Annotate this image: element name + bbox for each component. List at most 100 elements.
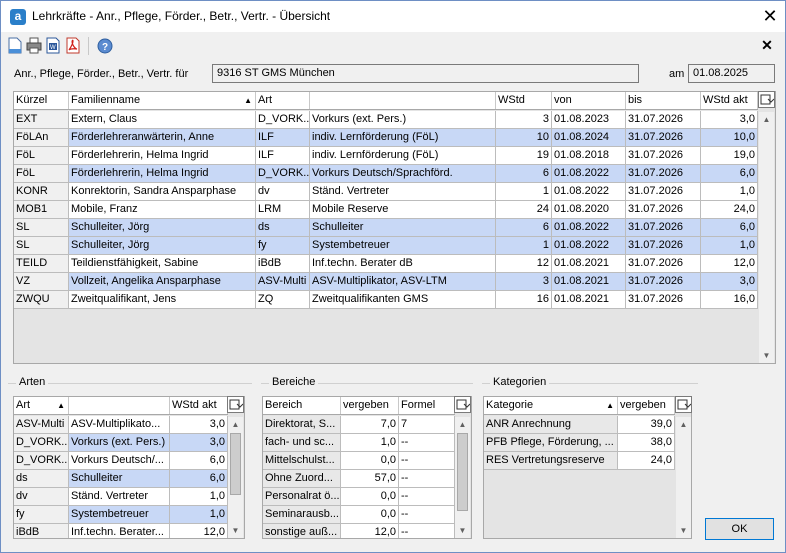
table-cell: 6,0	[701, 165, 758, 183]
table-cell: 3	[496, 111, 552, 129]
window-close-button[interactable]: ✕	[759, 5, 781, 27]
column-header-label: vergeben	[343, 399, 389, 411]
scroll-up-icon[interactable]: ▲	[228, 417, 243, 432]
table-cell: 01.08.2020	[552, 201, 626, 219]
table-cell: Ständ. Vertreter	[310, 183, 496, 201]
table-cell: Vorkurs Deutsch/Sprachförd.	[310, 165, 496, 183]
column-header[interactable]: Bereich	[263, 397, 341, 414]
table-cell: MOB1	[14, 201, 69, 219]
scroll-thumb[interactable]	[230, 433, 241, 495]
table-cell: Vorkurs (ext. Pers.)	[69, 434, 170, 452]
svg-text:?: ?	[102, 42, 108, 53]
date-field[interactable]: 01.08.2025	[688, 64, 775, 83]
column-header[interactable]: WStd	[496, 92, 552, 109]
main-table-scrollbar[interactable]: ▲ ▼	[759, 112, 774, 363]
column-header[interactable]: Art ▲	[14, 397, 69, 414]
column-header[interactable]: vergeben	[341, 397, 399, 414]
column-header[interactable]: WStd akt	[170, 397, 228, 414]
arten-scrollbar[interactable]: ▲ ▼	[228, 417, 243, 538]
column-header[interactable]: Familienname ▲	[69, 92, 256, 109]
column-header[interactable]: bis	[626, 92, 701, 109]
table-cell: ASV-Multi	[14, 416, 69, 434]
bereiche-scrollbar[interactable]: ▲ ▼	[455, 417, 470, 538]
scroll-down-icon[interactable]: ▼	[676, 523, 691, 538]
column-header[interactable]: vergeben	[618, 397, 675, 414]
column-header-label: Kürzel	[16, 94, 48, 106]
table-cell: SL	[14, 219, 69, 237]
column-chooser-icon[interactable]	[758, 91, 775, 108]
panel-close-icon[interactable]: ✕	[759, 36, 775, 54]
column-header[interactable]: Kategorie ▲	[484, 397, 618, 414]
table-cell: 39,0	[618, 416, 675, 434]
table-cell: 19,0	[701, 147, 758, 165]
date-label: am	[669, 68, 685, 80]
scroll-up-icon[interactable]: ▲	[676, 417, 691, 432]
column-chooser-icon[interactable]	[675, 396, 692, 413]
school-field[interactable]: 9316 ST GMS München	[212, 64, 639, 83]
column-header[interactable]: von	[552, 92, 626, 109]
table-cell: 24,0	[618, 452, 675, 470]
print-icon[interactable]	[26, 37, 42, 54]
table-cell: --	[399, 434, 455, 452]
table-cell: Schulleiter, Jörg	[69, 237, 256, 255]
toolbar: W ? ✕	[1, 33, 785, 58]
table-cell: 31.07.2026	[626, 165, 701, 183]
scroll-up-icon[interactable]: ▲	[759, 112, 774, 127]
column-chooser-icon[interactable]	[454, 396, 471, 413]
column-header[interactable]	[310, 92, 496, 109]
scroll-thumb[interactable]	[457, 433, 468, 511]
table-cell: 1	[496, 183, 552, 201]
column-header-label: Art	[16, 399, 31, 411]
table-cell: 1,0	[170, 488, 228, 506]
table-cell: dv	[256, 183, 310, 201]
table-cell: 12	[496, 255, 552, 273]
kategorien-scrollbar[interactable]: ▲ ▼	[676, 417, 691, 538]
table-cell: RES Vertretungsreserve	[484, 452, 618, 470]
column-header-label: WStd akt	[703, 94, 748, 106]
column-header-label: Familienname	[71, 94, 141, 106]
table-cell: --	[399, 488, 455, 506]
table-cell: 3,0	[701, 273, 758, 291]
table-cell: 6,0	[170, 452, 228, 470]
word-export-icon[interactable]: W	[45, 37, 61, 54]
app-icon: a	[10, 9, 26, 25]
scroll-down-icon[interactable]: ▼	[228, 523, 243, 538]
new-document-icon[interactable]	[7, 37, 23, 54]
bereiche-table: Bereich vergeben Formel ▲ ▼ Direktorat, S.…	[262, 396, 472, 539]
table-cell: 12,0	[701, 255, 758, 273]
filter-label: Anr., Pflege, Förder., Betr., Vertr. für	[14, 68, 189, 80]
table-cell: 6	[496, 219, 552, 237]
column-header[interactable]: Kürzel	[14, 92, 69, 109]
table-cell: Zweitqualifikant, Jens	[69, 291, 256, 309]
table-cell: Vollzeit, Angelika Ansparphase	[69, 273, 256, 291]
table-cell: FöLAn	[14, 129, 69, 147]
column-header[interactable]: Formel	[399, 397, 455, 414]
column-header[interactable]: Art	[256, 92, 310, 109]
table-cell: ds	[14, 470, 69, 488]
arten-group: Arten	[8, 376, 252, 388]
table-cell: 01.08.2022	[552, 219, 626, 237]
scroll-down-icon[interactable]: ▼	[455, 523, 470, 538]
table-cell: 6	[496, 165, 552, 183]
table-cell: ANR Anrechnung	[484, 416, 618, 434]
column-chooser-icon[interactable]	[227, 396, 244, 413]
main-table: Kürzel Familienname ▲ Art WStd von bis WStd akt…	[13, 91, 776, 364]
scroll-down-icon[interactable]: ▼	[759, 348, 774, 363]
column-header[interactable]: WStd akt	[701, 92, 758, 109]
table-cell: 01.08.2021	[552, 291, 626, 309]
table-cell: Schulleiter, Jörg	[69, 219, 256, 237]
column-header-label: Art	[258, 94, 273, 106]
table-cell: Vorkurs (ext. Pers.)	[310, 111, 496, 129]
help-icon[interactable]: ?	[97, 37, 113, 54]
scroll-up-icon[interactable]: ▲	[455, 417, 470, 432]
table-cell: 31.07.2026	[626, 219, 701, 237]
table-cell: ds	[256, 219, 310, 237]
table-cell: 3,0	[170, 416, 228, 434]
column-header-label: bis	[628, 94, 643, 106]
table-cell: Inf.techn. Berater dB	[310, 255, 496, 273]
ok-button[interactable]: OK	[705, 518, 774, 540]
pdf-export-icon[interactable]	[65, 37, 81, 54]
column-header[interactable]	[69, 397, 170, 414]
table-cell: fy	[256, 237, 310, 255]
table-cell: ILF	[256, 129, 310, 147]
